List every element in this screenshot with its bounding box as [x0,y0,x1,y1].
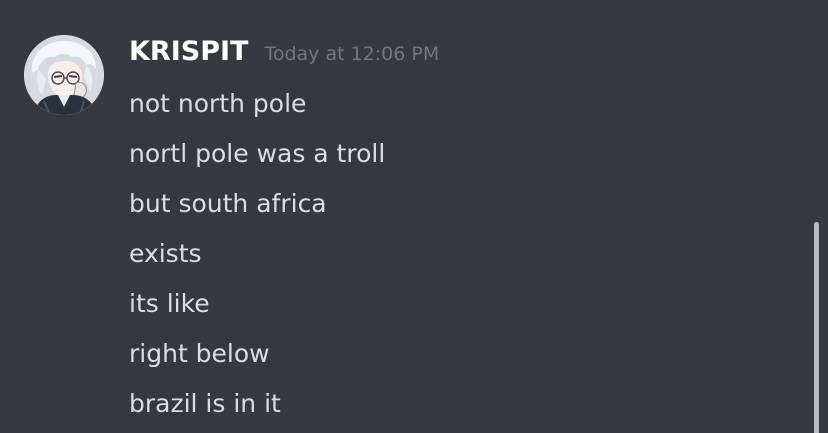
message-text: brazil is in it [129,389,281,418]
chat-view: KRISPIT Today at 12:06 PM not north pole… [0,0,828,433]
message-text: nortl pole was a troll [129,139,386,168]
message-header: KRISPIT Today at 12:06 PM [129,36,439,76]
message-text: not north pole [129,89,307,118]
avatar[interactable] [24,35,104,115]
message-text: its like [129,289,210,318]
message-text: but south africa [129,189,327,218]
message-timestamp: Today at 12:06 PM [264,43,440,65]
anime-character-avatar-icon [24,35,104,115]
scrollbar[interactable] [812,0,824,433]
scrollbar-thumb[interactable] [814,222,819,433]
message-text: right below [129,339,270,368]
message-group: not north pole nortl pole was a troll bu… [129,79,789,429]
message-text: exists [129,239,202,268]
username[interactable]: KRISPIT [129,36,248,67]
